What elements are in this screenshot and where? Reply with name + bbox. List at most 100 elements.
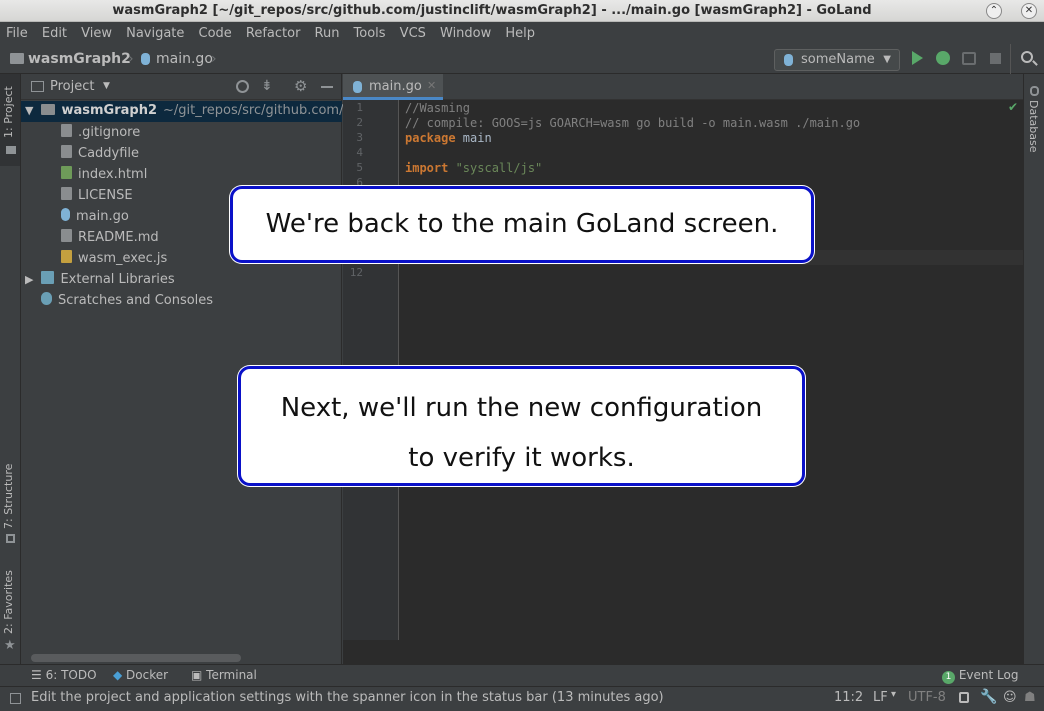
project-panel-title[interactable]: Project [50, 79, 94, 94]
tree-file[interactable]: README.md [61, 229, 159, 250]
tree-file-label: index.html [78, 167, 148, 182]
tree-file[interactable]: wasm_exec.js [61, 250, 167, 271]
docker-tab-label: Docker [126, 668, 169, 682]
menu-bar: File Edit View Navigate Code Refactor Ru… [0, 22, 1044, 44]
database-icon [1030, 86, 1039, 96]
todo-tab-label: 6: TODO [45, 668, 97, 682]
terminal-tab-label: Terminal [206, 668, 257, 682]
docker-tab[interactable]: ◆ Docker [113, 668, 168, 682]
go-file-icon [61, 208, 70, 221]
status-message: Edit the project and application setting… [31, 690, 664, 705]
menu-window[interactable]: Window [440, 23, 491, 41]
menu-help[interactable]: Help [505, 23, 535, 41]
caret-position[interactable]: 11:2 [834, 690, 863, 705]
stop-icon[interactable] [990, 53, 1001, 64]
breadcrumb-separator-icon: › [211, 51, 217, 67]
tree-file[interactable]: index.html [61, 166, 147, 187]
todo-tab[interactable]: ☰ 6: TODO [31, 668, 97, 682]
tree-file-label: LICENSE [78, 188, 133, 203]
close-button[interactable]: ✕ [1021, 3, 1037, 19]
structure-tool-tab[interactable]: 7: Structure [2, 464, 15, 529]
tree-file[interactable]: .gitignore [61, 124, 140, 145]
breadcrumb-project[interactable]: wasmGraph2 [28, 51, 131, 67]
editor-tab-bar: main.go ✕ [343, 74, 1023, 100]
folder-icon [10, 53, 24, 64]
event-log-tab[interactable]: 1 Event Log [942, 668, 1018, 684]
project-panel-header: Project ▼ ⇟ ⚙ [21, 74, 342, 100]
go-file-icon [353, 81, 362, 93]
window-titlebar: wasmGraph2 [~/git_repos/src/github.com/j… [0, 0, 1044, 22]
menu-vcs[interactable]: VCS [400, 23, 426, 41]
file-encoding[interactable]: UTF-8 [908, 690, 946, 705]
database-tool-tab[interactable]: Database [1027, 100, 1040, 153]
left-tool-strip: 1: Project 7: Structure 2: Favorites ★ [0, 74, 21, 664]
tree-external-libraries[interactable]: ▶ External Libraries [25, 271, 175, 292]
memory-indicator-icon[interactable]: ☗ [1024, 690, 1036, 705]
line-separator[interactable]: LF [873, 690, 888, 705]
go-config-icon [784, 54, 793, 66]
callout-1-text: We're back to the main GoLand screen. [265, 209, 779, 239]
lock-icon[interactable] [959, 692, 969, 703]
spanner-icon[interactable]: 🔧 [980, 689, 997, 705]
run-configuration-select[interactable]: someName ▼ [774, 49, 900, 71]
chevron-down-icon[interactable]: ▼ [103, 81, 110, 91]
gear-icon[interactable]: ⚙ [294, 77, 307, 95]
callout-2-line-1: Next, we'll run the new configuration [280, 393, 763, 423]
tutorial-callout-2: Next, we'll run the new configuration to… [238, 366, 805, 486]
tree-file[interactable]: main.go [61, 208, 129, 229]
list-icon: ☰ [31, 668, 46, 682]
run-with-coverage-icon[interactable] [962, 52, 976, 65]
event-count-badge: 1 [942, 671, 955, 684]
expand-arrow-icon[interactable]: ▼ [25, 104, 33, 117]
html-file-icon [61, 166, 72, 179]
expand-arrow-icon[interactable]: ▶ [25, 273, 33, 286]
hide-icon[interactable] [321, 86, 333, 88]
menu-tools[interactable]: Tools [354, 23, 386, 41]
code-line-1[interactable]: //Wasming [405, 101, 470, 115]
editor-tab-main-go[interactable]: main.go ✕ [343, 74, 443, 100]
file-icon [61, 187, 72, 200]
breadcrumb-file[interactable]: main.go [156, 51, 213, 67]
menu-view[interactable]: View [81, 23, 112, 41]
chevron-down-icon: ▾ [891, 689, 897, 700]
event-log-label: Event Log [958, 668, 1019, 682]
tree-file[interactable]: LICENSE [61, 187, 133, 208]
line-number: 4 [356, 146, 363, 159]
tool-windows-toggle-icon[interactable] [10, 693, 21, 704]
editor-tab-label: main.go [369, 79, 422, 94]
scratches-icon [41, 292, 52, 305]
close-tab-icon[interactable]: ✕ [427, 79, 436, 92]
chevron-down-icon: ▼ [883, 54, 891, 65]
code-line-2[interactable]: // compile: GOOS=js GOARCH=wasm go build… [405, 116, 860, 130]
locate-icon[interactable] [236, 80, 249, 93]
js-file-icon [61, 250, 72, 263]
horizontal-scrollbar[interactable] [31, 654, 241, 662]
terminal-icon: ▣ [191, 668, 207, 682]
menu-navigate[interactable]: Navigate [126, 23, 184, 41]
tree-root[interactable]: ▼ wasmGraph2 ~/git_repos/src/github.com/ [25, 103, 343, 124]
menu-file[interactable]: File [6, 23, 28, 41]
minimize-button[interactable]: ⌃ [986, 3, 1002, 19]
code-line-3[interactable]: package main [405, 131, 492, 145]
tree-scratches[interactable]: Scratches and Consoles [41, 292, 213, 313]
menu-edit[interactable]: Edit [42, 23, 67, 41]
menu-refactor[interactable]: Refactor [246, 23, 301, 41]
debug-icon[interactable] [936, 51, 950, 65]
favorites-tool-tab[interactable]: 2: Favorites [2, 570, 15, 634]
line-number: 3 [356, 131, 363, 144]
collapse-all-icon[interactable]: ⇟ [261, 78, 273, 94]
terminal-tab[interactable]: ▣ Terminal [191, 668, 257, 682]
tree-file[interactable]: Caddyfile [61, 145, 139, 166]
run-icon[interactable] [912, 51, 923, 65]
status-bar: Edit the project and application setting… [0, 686, 1044, 711]
inspection-ok-icon[interactable]: ✔ [1008, 100, 1018, 114]
menu-code[interactable]: Code [199, 23, 232, 41]
line-number: 1 [356, 101, 363, 114]
inspector-icon[interactable]: ☺ [1003, 690, 1017, 705]
code-line-5[interactable]: import "syscall/js" [405, 161, 542, 175]
menu-run[interactable]: Run [315, 23, 340, 41]
structure-icon [6, 534, 15, 543]
tree-file-label: main.go [76, 209, 129, 224]
star-icon: ★ [4, 638, 16, 653]
project-tool-tab[interactable]: 1: Project [2, 86, 15, 138]
